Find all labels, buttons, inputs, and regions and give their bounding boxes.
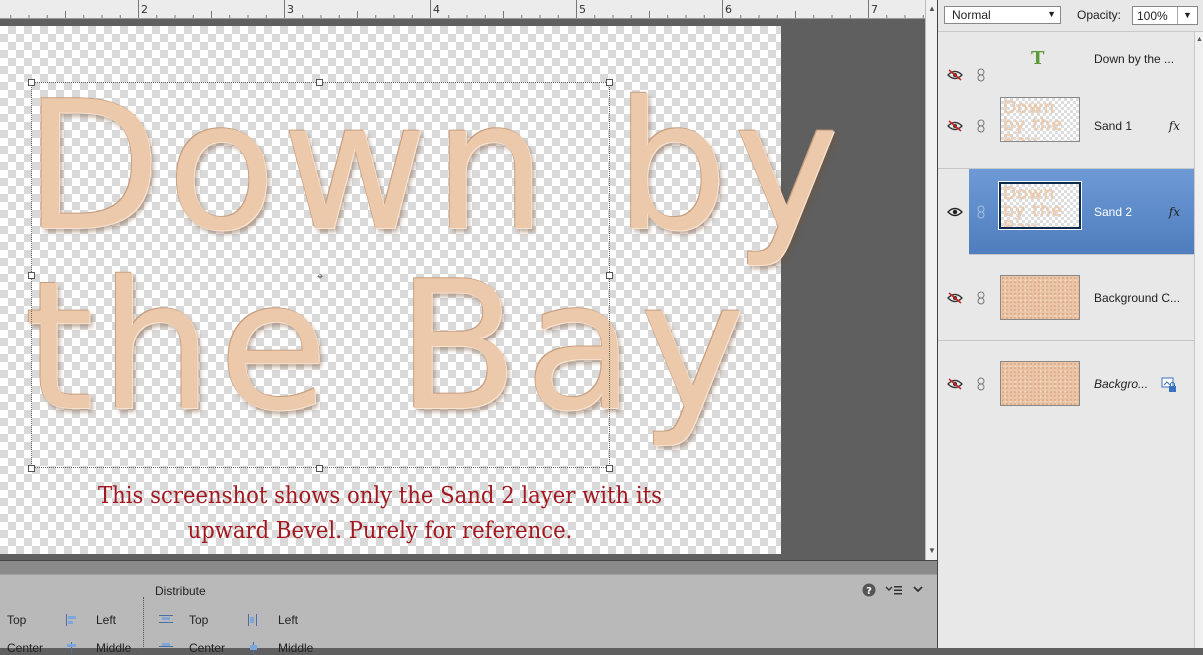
thumbnail-text: Down by the Bay	[1003, 184, 1064, 229]
link-chain-icon[interactable]	[976, 341, 986, 427]
document-workspace[interactable]: Down by the Bay ⌖ This screenshot shows …	[0, 20, 925, 560]
align-middle-icon[interactable]	[65, 642, 79, 654]
layer-row-background[interactable]: Backgro...	[938, 341, 1194, 427]
svg-text:?: ?	[866, 586, 872, 597]
layer-thumbnail: Down by the Bay	[1000, 97, 1080, 142]
hidden-eye-icon[interactable]	[947, 255, 963, 341]
layer-name[interactable]: Background C...	[1094, 255, 1180, 341]
transform-handle-top-left[interactable]	[28, 79, 35, 86]
horizontal-scrollbar[interactable]	[0, 560, 937, 574]
distribute-middle-label[interactable]: Middle	[278, 641, 313, 655]
layer-name[interactable]: Sand 1	[1094, 83, 1132, 169]
ruler-number: 6	[725, 3, 732, 16]
transform-handle-bottom-left[interactable]	[28, 465, 35, 472]
blend-mode-dropdown[interactable]: Normal ▼	[944, 6, 1061, 24]
background-lock-icon[interactable]	[1161, 377, 1177, 393]
hidden-eye-icon[interactable]	[947, 83, 963, 169]
transform-handle-bottom-right[interactable]	[606, 465, 613, 472]
scroll-down-icon[interactable]: ▼	[928, 546, 936, 555]
visible-eye-icon[interactable]	[947, 169, 963, 255]
reference-caption: This screenshot shows only the Sand 2 la…	[67, 479, 693, 549]
caption-line-2: upward Bevel. Purely for reference.	[187, 518, 573, 544]
options-separator	[143, 597, 144, 649]
panel-menu-icon[interactable]	[885, 584, 903, 596]
layer-thumbnail	[1000, 361, 1080, 406]
transform-handle-bottom-center[interactable]	[316, 465, 323, 472]
transform-handle-top-center[interactable]	[316, 79, 323, 86]
distribute-left-label[interactable]: Left	[278, 613, 298, 627]
align-left-label[interactable]: Left	[96, 613, 116, 627]
transform-center-icon[interactable]: ⌖	[314, 270, 326, 282]
align-center-label[interactable]: Center	[7, 641, 43, 655]
tool-options-bar: Distribute Top Left Center Middle Top Le…	[0, 574, 937, 655]
blend-mode-value: Normal	[952, 8, 991, 22]
ruler-number: 5	[579, 3, 586, 16]
vertical-scrollbar[interactable]: ▲ ▼	[925, 0, 937, 560]
layer-thumbnail: Down by the Bay	[998, 181, 1082, 230]
chevron-down-icon: ▼	[1047, 9, 1056, 19]
layer-name[interactable]: Sand 2	[1094, 169, 1132, 255]
scroll-up-icon[interactable]: ▲	[928, 4, 936, 13]
ruler-ticks	[10, 0, 924, 18]
transform-handle-middle-right[interactable]	[606, 272, 613, 279]
align-middle-label[interactable]: Middle	[96, 641, 131, 655]
align-top-label[interactable]: Top	[7, 613, 26, 627]
help-icon[interactable]: ?	[862, 583, 876, 597]
transform-handle-top-right[interactable]	[606, 79, 613, 86]
hidden-eye-icon[interactable]	[947, 341, 963, 427]
layer-row-background-copy[interactable]: Background C...	[938, 255, 1194, 341]
link-chain-icon[interactable]	[976, 255, 986, 341]
distribute-middle-icon[interactable]	[247, 642, 261, 654]
opacity-dropdown-icon[interactable]: ▼	[1177, 7, 1197, 24]
thumbnail-text: Down by the Bay	[1003, 98, 1064, 142]
scroll-up-icon[interactable]: ▲	[1196, 36, 1203, 43]
layer-thumbnail	[1000, 275, 1080, 320]
distribute-top-icon[interactable]	[159, 614, 173, 626]
ruler-number: 2	[141, 3, 148, 16]
ruler-number: 4	[433, 3, 440, 16]
layer-row-sand-1[interactable]: Down by the Bay Sand 1 fx	[938, 83, 1194, 169]
layer-row-sand-2-content[interactable]: Down by the Bay Sand 2 fx	[938, 169, 1194, 255]
align-left-icon[interactable]	[65, 614, 79, 626]
distribute-center-icon[interactable]	[159, 642, 173, 654]
link-chain-icon[interactable]	[976, 83, 986, 169]
link-chain-icon[interactable]	[976, 169, 986, 255]
transform-handle-middle-left[interactable]	[28, 272, 35, 279]
distribute-section-title: Distribute	[155, 584, 206, 598]
distribute-left-icon[interactable]	[247, 614, 261, 626]
distribute-top-label[interactable]: Top	[189, 613, 208, 627]
layers-panel: Normal ▼ Opacity: 100% ▼ T Down by the .…	[937, 0, 1203, 648]
document-canvas[interactable]: Down by the Bay ⌖ This screenshot shows …	[0, 26, 839, 554]
ruler-number: 7	[871, 3, 878, 16]
caption-line-1: This screenshot shows only the Sand 2 la…	[98, 483, 662, 509]
fx-effects-icon[interactable]: fx	[1169, 169, 1180, 255]
layer-name[interactable]: Backgro...	[1094, 341, 1148, 427]
collapse-chevron-down-icon[interactable]	[912, 585, 924, 595]
horizontal-ruler: 2 3 4 5 6 7	[0, 0, 925, 19]
fx-effects-icon[interactable]: fx	[1169, 83, 1180, 169]
text-layer-icon: T	[1031, 48, 1045, 69]
ruler-number: 3	[287, 3, 294, 16]
layers-panel-scrollbar[interactable]: ▲	[1194, 32, 1203, 648]
distribute-center-label[interactable]: Center	[189, 641, 225, 655]
